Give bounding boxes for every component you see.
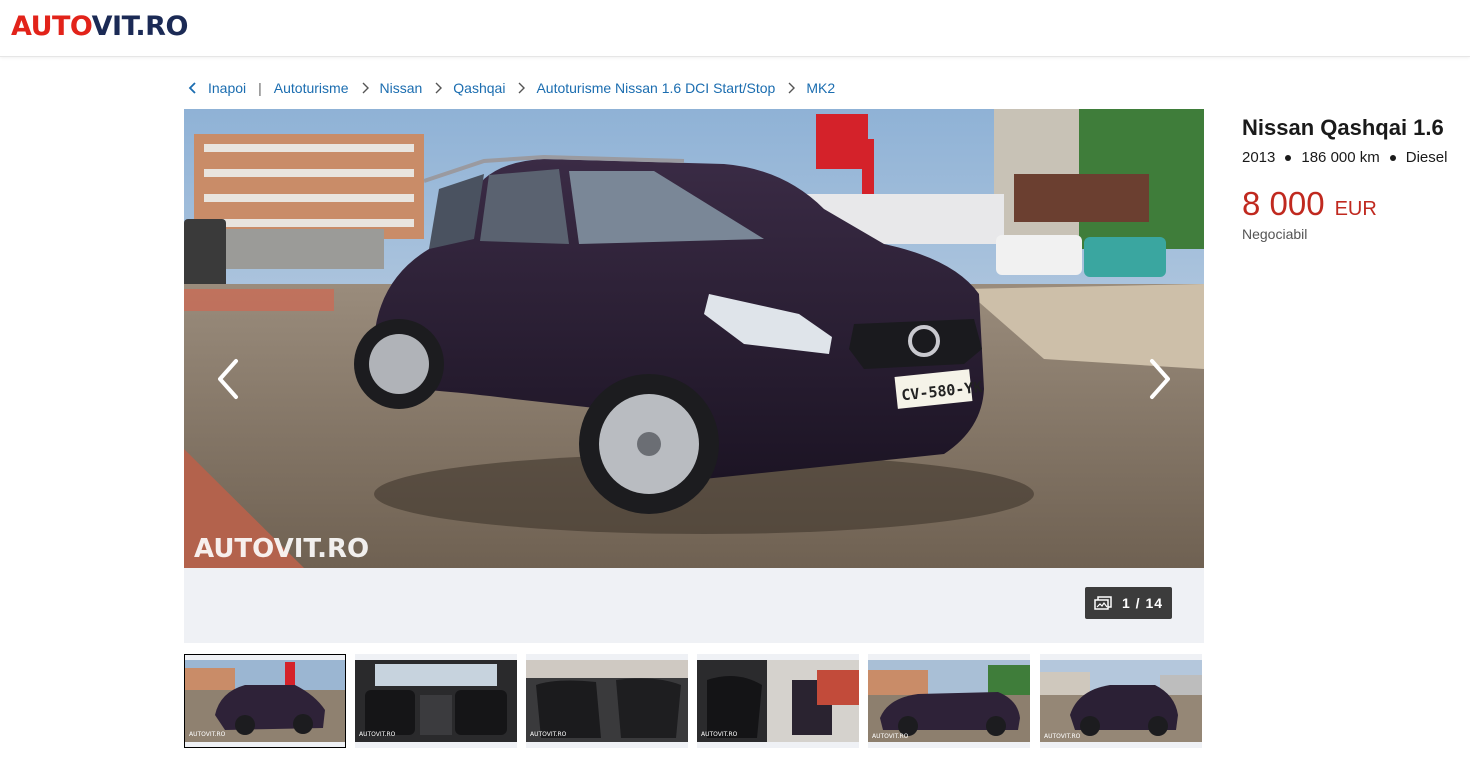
svg-text:AUTOVIT.RO: AUTOVIT.RO [1044, 733, 1081, 740]
chevron-right-icon [434, 81, 443, 95]
images-icon [1094, 596, 1112, 610]
photo-counter-button[interactable]: 1 / 14 [1085, 587, 1172, 619]
breadcrumb: Inapoi | Autoturisme Nissan Qashqai Auto… [188, 78, 835, 98]
photo-counter-label: 1 / 14 [1121, 595, 1164, 611]
thumbnail-5[interactable]: AUTOVIT.RO [868, 654, 1030, 748]
chevron-right-icon [787, 81, 796, 95]
thumbnail-6[interactable]: AUTOVIT.RO [1040, 654, 1202, 748]
photo-gallery: CV-580-YK AUTOVIT.RO 1 / 14 [184, 109, 1204, 643]
logo-ro: .RO [135, 11, 188, 42]
back-link[interactable]: Inapoi [188, 80, 246, 96]
breadcrumb-item-model[interactable]: Autoturisme Nissan 1.6 DCI Start/Stop [505, 80, 775, 96]
main-photo[interactable]: CV-580-YK AUTOVIT.RO [184, 109, 1204, 568]
logo-vit: VIT [91, 11, 136, 42]
negotiable-label: Negociabil [1242, 226, 1308, 242]
listing-title: Nissan Qashqai 1.6 [1242, 115, 1444, 140]
chevron-right-icon [361, 81, 370, 95]
chevron-right-icon [517, 81, 526, 95]
logo-auto: AUTO [11, 11, 92, 42]
arrow-left-icon[interactable] [210, 353, 250, 405]
site-logo[interactable]: AUTOVIT.RO [11, 10, 188, 44]
bullet-separator [1389, 154, 1396, 161]
listing-price: 8 000 EUR [1242, 186, 1470, 222]
breadcrumb-item-generation[interactable]: MK2 [775, 80, 835, 96]
breadcrumb-item-nissan[interactable]: Nissan [349, 80, 422, 96]
spec-fuel: Diesel [1405, 149, 1448, 166]
breadcrumb-item-qashqai[interactable]: Qashqai [422, 80, 505, 96]
spec-mileage: 186 000 km [1301, 149, 1380, 166]
photo-watermark: AUTOVIT.RO [194, 534, 369, 564]
price-amount: 8 000 [1242, 185, 1325, 222]
bullet-separator [1285, 154, 1292, 161]
spec-year: 2013 [1242, 149, 1276, 166]
listing-specs: 2013 186 000 km Diesel [1242, 149, 1470, 166]
site-header: AUTOVIT.RO [0, 0, 1470, 57]
svg-text:AUTOVIT.RO: AUTOVIT.RO [189, 731, 226, 738]
thumbnail-strip: AUTOVIT.RO AUTOVIT.RO AUTOVIT.RO AUTOVIT… [184, 654, 1204, 748]
thumbnail-2[interactable]: AUTOVIT.RO [355, 654, 517, 748]
breadcrumb-separator: | [258, 80, 262, 96]
svg-text:AUTOVIT.RO: AUTOVIT.RO [701, 731, 738, 738]
svg-text:AUTOVIT.RO: AUTOVIT.RO [872, 733, 909, 740]
chevron-left-icon [188, 81, 198, 95]
breadcrumb-item-autoturisme[interactable]: Autoturisme [274, 80, 349, 96]
price-currency: EUR [1334, 198, 1377, 220]
back-label: Inapoi [208, 80, 247, 96]
svg-text:AUTOVIT.RO: AUTOVIT.RO [530, 731, 567, 738]
thumbnail-3[interactable]: AUTOVIT.RO [526, 654, 688, 748]
thumbnail-4[interactable]: AUTOVIT.RO [697, 654, 859, 748]
listing-summary: Nissan Qashqai 1.6 2013 186 000 km Diese… [1242, 115, 1470, 242]
arrow-right-icon[interactable] [1140, 353, 1180, 405]
thumbnail-1[interactable]: AUTOVIT.RO [184, 654, 346, 748]
svg-text:AUTOVIT.RO: AUTOVIT.RO [359, 731, 396, 738]
